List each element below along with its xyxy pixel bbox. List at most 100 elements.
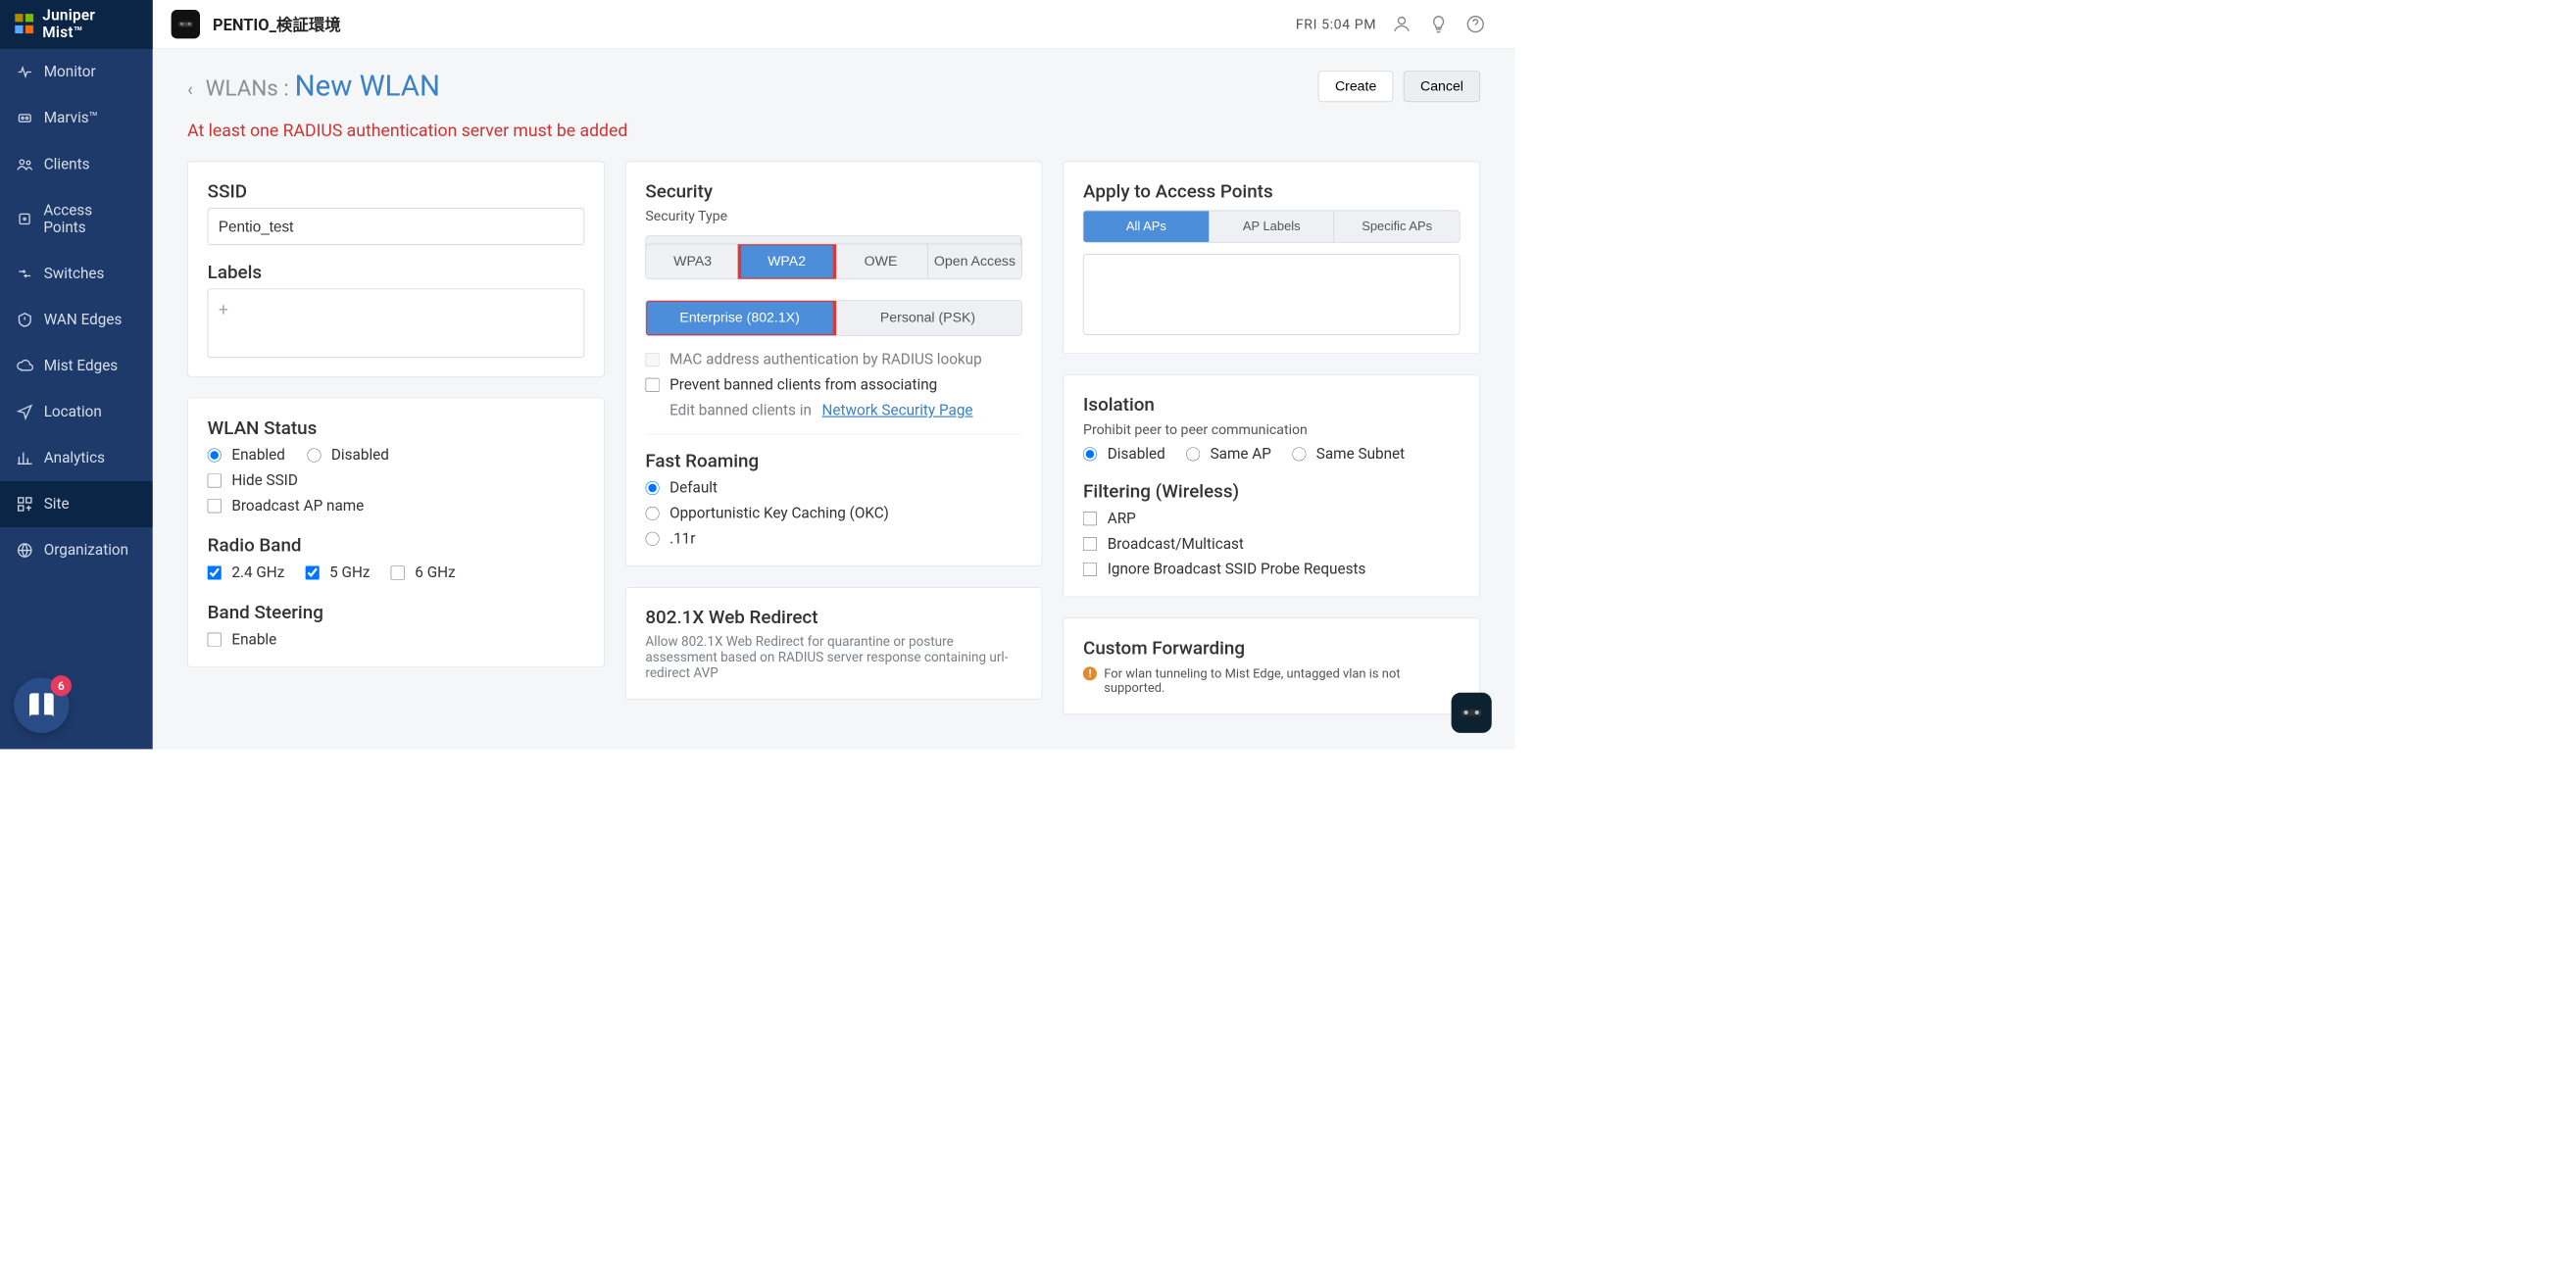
top-bar: Juniper Mist™ PENTIO_検証環境 FRI 5:04 PM: [0, 0, 1514, 49]
aps-selection-box[interactable]: [1083, 254, 1460, 334]
prevent-banned-label: Prevent banned clients from associating: [669, 376, 937, 394]
sectype-wpa3[interactable]: WPA3: [646, 244, 740, 278]
nav-mist-edges[interactable]: Mist Edges: [0, 343, 153, 389]
ssid-input[interactable]: [208, 208, 584, 245]
nav-label: Organization: [44, 542, 128, 560]
wlan-status-heading: WLAN Status: [208, 416, 584, 438]
filter-arp-check[interactable]: [1083, 512, 1097, 525]
edit-banned-prefix: Edit banned clients in: [669, 402, 812, 419]
sectype-wpa2[interactable]: WPA2: [740, 244, 834, 278]
band-24-check[interactable]: [208, 565, 222, 579]
nav-wan[interactable]: WAN Edges: [0, 297, 153, 343]
security-heading: Security: [645, 180, 1021, 202]
iso-sameap-radio[interactable]: [1186, 447, 1200, 461]
mac-auth-label: MAC address authentication by RADIUS loo…: [669, 351, 982, 368]
nav-label: Mist Edges: [44, 358, 119, 375]
broadcast-apname-label: Broadcast AP name: [231, 497, 364, 514]
nav-clients[interactable]: Clients: [0, 141, 153, 187]
roam-default-label: Default: [669, 479, 718, 497]
hide-ssid-label: Hide SSID: [231, 472, 297, 490]
sectype-open[interactable]: Open Access: [928, 244, 1021, 278]
topbar-right: FRI 5:04 PM: [1296, 13, 1514, 36]
band-steering-heading: Band Steering: [208, 601, 584, 622]
web-redirect-card: 802.1X Web Redirect Allow 802.1X Web Red…: [625, 587, 1043, 700]
add-label-button[interactable]: +: [219, 300, 228, 320]
band-6-check[interactable]: [391, 565, 405, 579]
nav-analytics[interactable]: Analytics: [0, 435, 153, 481]
breadcrumb[interactable]: WLANs :: [206, 76, 289, 102]
chat-assistant-button[interactable]: [1452, 693, 1492, 733]
aps-tab-labels[interactable]: AP Labels: [1210, 211, 1335, 242]
help-icon[interactable]: [1464, 13, 1488, 36]
nav-org[interactable]: Organization: [0, 527, 153, 573]
create-button[interactable]: Create: [1318, 71, 1393, 102]
logo-icon: [14, 13, 36, 36]
iso-samesub-radio[interactable]: [1292, 447, 1306, 461]
aps-tab-specific[interactable]: Specific APs: [1334, 211, 1459, 242]
nav-label: Monitor: [44, 64, 96, 81]
authmode-personal[interactable]: Personal (PSK): [834, 301, 1021, 335]
status-disabled-radio[interactable]: [307, 448, 321, 462]
org-name: PENTIO_検証環境: [213, 13, 341, 36]
nav-site[interactable]: Site: [0, 481, 153, 527]
broadcast-apname-check[interactable]: [208, 499, 222, 513]
nav-monitor[interactable]: Monitor: [0, 49, 153, 95]
page-title: New WLAN: [295, 70, 440, 103]
clock: FRI 5:04 PM: [1296, 16, 1376, 31]
isolation-heading: Isolation: [1083, 394, 1460, 416]
security-card: Security Security Type WPA3 WPA3 WPA2 OW…: [625, 162, 1043, 566]
filter-bcast-check[interactable]: [1083, 537, 1097, 551]
labels-box[interactable]: +: [208, 289, 584, 359]
nav-location[interactable]: Location: [0, 389, 153, 435]
network-security-link[interactable]: Network Security Page: [821, 402, 972, 419]
fast-roaming-heading: Fast Roaming: [645, 450, 1021, 471]
cancel-button[interactable]: Cancel: [1404, 71, 1480, 102]
aps-tab-all[interactable]: All APs: [1084, 211, 1210, 242]
wlan-status-card: WLAN Status Enabled Disabled Hide SSID B…: [187, 398, 605, 667]
nav-label: Marvis™: [44, 110, 99, 127]
sidebar: Monitor Marvis™ Clients Access Points Sw…: [0, 49, 153, 749]
iso-disabled-radio[interactable]: [1083, 447, 1097, 461]
nav-label: Access Points: [43, 202, 136, 236]
ssid-card: SSID Labels +: [187, 162, 605, 377]
brand-logo[interactable]: Juniper Mist™: [0, 0, 153, 49]
filter-ignore-label: Ignore Broadcast SSID Probe Requests: [1108, 561, 1366, 578]
help-docs-button[interactable]: 6: [14, 677, 69, 732]
band-steering-enable-check[interactable]: [208, 633, 222, 647]
warning-icon: !: [1083, 666, 1097, 680]
roam-11r-label: .11r: [669, 530, 695, 548]
nav-marvis[interactable]: Marvis™: [0, 95, 153, 141]
roam-default-radio[interactable]: [645, 481, 659, 495]
help-count-badge: 6: [51, 675, 72, 696]
sectype-owe[interactable]: OWE: [834, 244, 928, 278]
brand-name: Juniper Mist™: [42, 7, 138, 41]
bulb-icon[interactable]: [1427, 13, 1451, 36]
filter-ignore-check[interactable]: [1083, 563, 1097, 576]
nav-aps[interactable]: Access Points: [0, 187, 153, 251]
ssid-heading: SSID: [208, 180, 584, 202]
apply-aps-card: Apply to Access Points All APs AP Labels…: [1063, 162, 1480, 354]
band-5-check[interactable]: [305, 565, 319, 579]
validation-error: At least one RADIUS authentication serve…: [153, 108, 1514, 141]
radio-band-heading: Radio Band: [208, 534, 584, 556]
iso-disabled-label: Disabled: [1108, 446, 1165, 464]
filtering-heading: Filtering (Wireless): [1083, 480, 1460, 502]
nav-label: WAN Edges: [44, 312, 123, 329]
hide-ssid-check[interactable]: [208, 473, 222, 487]
page-header: ‹ WLANs : New WLAN Create Cancel: [153, 49, 1514, 108]
iso-samesub-label: Same Subnet: [1316, 446, 1405, 464]
nav-switches[interactable]: Switches: [0, 251, 153, 297]
status-enabled-radio[interactable]: [208, 448, 222, 462]
roam-okc-radio[interactable]: [645, 507, 659, 520]
custom-forwarding-card: Custom Forwarding ! For wlan tunneling t…: [1063, 617, 1480, 714]
back-chevron-icon[interactable]: ‹: [187, 78, 193, 100]
prevent-banned-check[interactable]: [645, 378, 659, 392]
custom-forwarding-heading: Custom Forwarding: [1083, 637, 1460, 659]
authmode-enterprise[interactable]: Enterprise (802.1X): [646, 301, 834, 335]
apply-aps-heading: Apply to Access Points: [1083, 180, 1460, 202]
org-selector[interactable]: PENTIO_検証環境: [153, 10, 341, 38]
roam-11r-radio[interactable]: [645, 532, 659, 546]
iso-sameap-label: Same AP: [1211, 446, 1271, 464]
user-icon[interactable]: [1390, 13, 1413, 36]
band-steering-enable-label: Enable: [231, 631, 276, 649]
